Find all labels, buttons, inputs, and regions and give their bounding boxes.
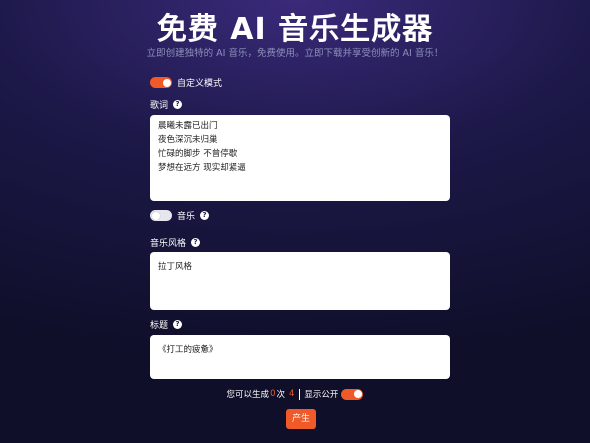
generate-button[interactable]: 产生 xyxy=(286,409,316,429)
lyrics-line: 晨曦未露已出门 xyxy=(158,121,218,131)
public-label: 显示公开 xyxy=(304,390,339,400)
counter-prefix: 您可以生成 xyxy=(226,390,270,400)
help-icon[interactable]: ? xyxy=(200,211,210,220)
music-label: 音乐 xyxy=(177,212,196,222)
title-input[interactable]: 《打工的疲惫》 xyxy=(150,335,450,379)
lyrics-label-row: 歌词 ? xyxy=(150,98,183,111)
counter-unit: 次 xyxy=(276,390,285,400)
help-icon[interactable]: ? xyxy=(191,238,201,247)
public-toggle[interactable] xyxy=(341,388,364,400)
title-label-row: 标题 ? xyxy=(150,318,183,331)
title-label: 标题 xyxy=(150,321,169,331)
page-subtitle: 立即创建独特的 AI 音乐，免费使用。立即下载并享受创新的 AI 音乐！ xyxy=(146,48,444,59)
style-label-row: 音乐风格 ? xyxy=(150,236,201,249)
custom-mode-toggle[interactable] xyxy=(150,77,172,88)
divider xyxy=(299,388,301,400)
help-icon[interactable]: ? xyxy=(173,320,183,329)
lyrics-line: 忙碌的脚步 不曾停歇 xyxy=(158,149,238,159)
music-toggle[interactable] xyxy=(150,210,172,221)
style-textarea[interactable]: 拉丁风格 xyxy=(150,252,450,310)
lyrics-textarea[interactable]: 晨曦未露已出门 夜色深沉未归巢 忙碌的脚步 不曾停歇 梦想在远方 现实却紧逼 xyxy=(150,115,450,201)
generation-counter: 您可以生成 0 次 4 显示公开 xyxy=(0,388,590,400)
title-value: 《打工的疲惫》 xyxy=(158,345,218,355)
page-title: 免费 AI 音乐生成器 xyxy=(156,12,434,47)
custom-mode-row: 自定义模式 xyxy=(150,76,222,89)
toggle-knob xyxy=(353,390,362,398)
lyrics-line: 夜色深沉未归巢 xyxy=(158,135,218,145)
style-label: 音乐风格 xyxy=(150,239,187,249)
counter-used: 0 xyxy=(270,389,276,399)
toggle-knob xyxy=(151,211,160,220)
counter-remaining: 4 xyxy=(289,389,295,399)
style-value: 拉丁风格 xyxy=(158,262,193,272)
custom-mode-label: 自定义模式 xyxy=(177,79,223,89)
help-icon[interactable]: ? xyxy=(173,100,183,109)
lyrics-label: 歌词 xyxy=(150,101,169,111)
music-row: 音乐 ? xyxy=(150,209,210,222)
toggle-knob xyxy=(162,78,171,87)
lyrics-line: 梦想在远方 现实却紧逼 xyxy=(158,163,246,173)
